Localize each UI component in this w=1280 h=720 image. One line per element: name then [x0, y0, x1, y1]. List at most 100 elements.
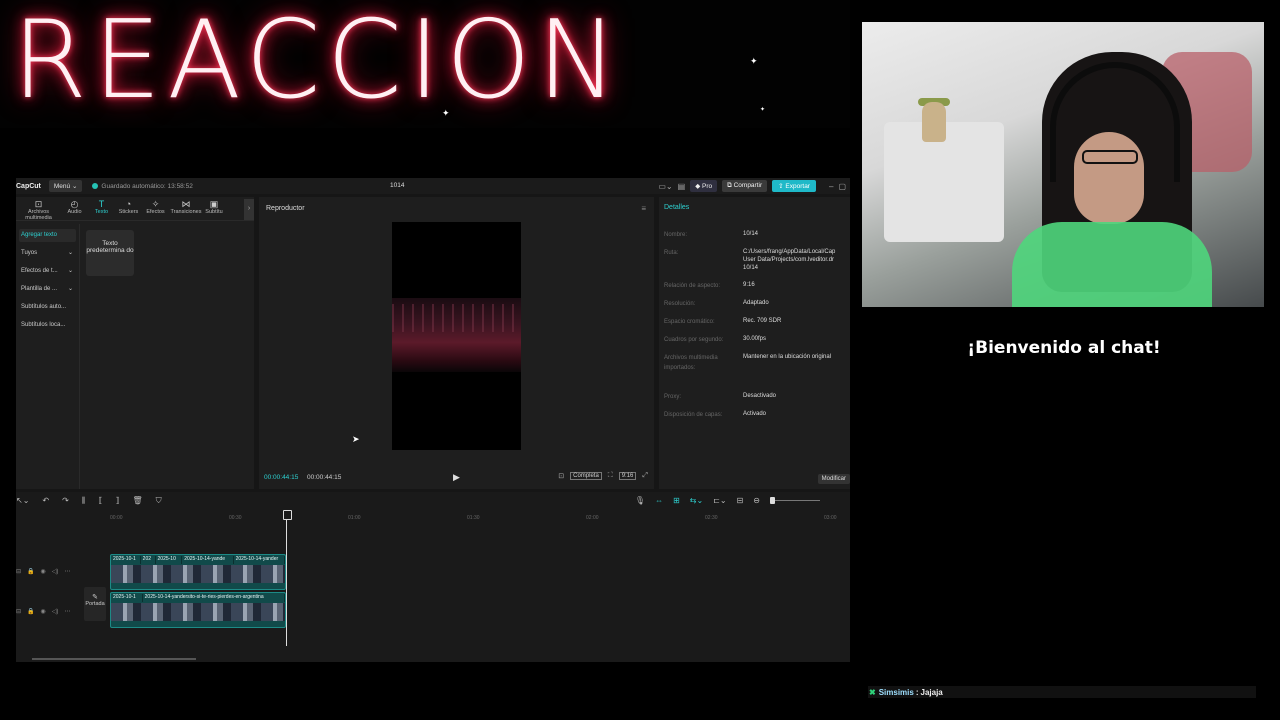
- sidebar-item-label: Plantilla de ...: [21, 286, 58, 292]
- eye-icon[interactable]: ◉: [41, 568, 46, 575]
- export-button[interactable]: ⇪ Exportar: [772, 180, 816, 192]
- tab-effects[interactable]: ✧ Efectos: [142, 197, 169, 220]
- auto-snap-icon[interactable]: ⊞: [673, 496, 680, 505]
- chevron-right-icon[interactable]: ›: [244, 199, 254, 220]
- video-track-2[interactable]: 2025-10-1 2025-10-14-yandersito-si-te-ri…: [110, 592, 286, 628]
- tab-transitions[interactable]: ⋈ Transiciones: [169, 197, 203, 220]
- clip-label: 202: [141, 556, 156, 564]
- detail-value: C:/Users/frang/AppData/Local/Cap User Da…: [743, 249, 836, 271]
- timeline-scrollbar[interactable]: [32, 658, 196, 660]
- text-icon: T: [98, 199, 105, 209]
- player-panel: Reproductor ≡ 00:00:44:15 00:00:44:15 ▶ …: [259, 197, 654, 489]
- lock-icon[interactable]: 🔒: [27, 568, 34, 575]
- cover-button[interactable]: ✎ Portada: [84, 587, 106, 621]
- caption-icon[interactable]: ⊟: [737, 496, 744, 505]
- chat-username[interactable]: Simsimis: [879, 688, 914, 697]
- delete-icon[interactable]: 🗑: [132, 496, 142, 506]
- split-icon[interactable]: ⫼: [82, 496, 86, 506]
- ratio-button[interactable]: 9:16: [618, 472, 637, 480]
- modify-button[interactable]: Modificar: [817, 474, 850, 484]
- more-icon[interactable]: ⋯: [64, 568, 70, 575]
- detail-value: Desactivado: [743, 393, 777, 399]
- sidebar-item-local-subtitles[interactable]: Subtítulos loca...: [19, 319, 76, 332]
- tab-label: Archivos multimedia: [25, 209, 52, 221]
- clip-label: 2025-10-14-yande: [182, 556, 234, 564]
- media-icon: ⊡: [34, 199, 43, 209]
- split-left-icon[interactable]: ⟦: [99, 496, 103, 506]
- timeline-ruler[interactable]: 00:00 00:30 01:00 01:30 02:00 02:30 03:0…: [110, 515, 850, 523]
- sidebar-item-add-text[interactable]: Agregar texto: [19, 229, 76, 242]
- redo-icon[interactable]: ↷: [62, 496, 69, 506]
- crop-icon[interactable]: ⊡: [558, 472, 564, 480]
- track-toggle-icon[interactable]: ⊟: [16, 568, 21, 575]
- fit-icon[interactable]: ⛶: [608, 472, 613, 480]
- preview-axis-icon[interactable]: ⊏⌄: [713, 496, 726, 505]
- tab-stickers[interactable]: ◔ Stickers: [115, 197, 142, 220]
- detail-label: Cuadros por segundo:: [664, 337, 724, 343]
- undo-icon[interactable]: ↶: [42, 496, 49, 506]
- share-button[interactable]: ⧉ Compartir: [722, 180, 768, 192]
- more-icon[interactable]: ⋯: [64, 608, 70, 615]
- layout-icon[interactable]: ▭⌄: [658, 182, 672, 191]
- tab-label: Audio: [67, 209, 82, 215]
- tab-media[interactable]: ⊡ Archivos multimedia: [16, 197, 61, 222]
- clip-label: 2025-10: [156, 556, 183, 564]
- menu-icon[interactable]: ≡: [641, 204, 646, 213]
- shield-icon[interactable]: ⛉: [156, 496, 162, 506]
- capcut-logo: CapCut: [16, 182, 41, 190]
- pro-button[interactable]: ◆ Pro: [690, 180, 718, 192]
- detail-label: Espacio cromático:: [664, 319, 715, 325]
- webcam-person-shirt: [1012, 222, 1212, 307]
- zoom-slider[interactable]: [770, 497, 820, 504]
- ruler-tick: 02:00: [586, 515, 599, 521]
- menu-button[interactable]: Menú ⌄: [48, 180, 83, 192]
- speaker-icon[interactable]: ◁): [52, 568, 59, 575]
- text-sidebar: Agregar texto Tuyos ⌄ Efectos de t... ⌄ Pl…: [16, 224, 80, 489]
- tab-audio[interactable]: ◴ Audio: [61, 197, 88, 220]
- detail-label: Nombre:: [664, 232, 688, 238]
- tab-label: Efectos: [146, 209, 165, 215]
- autosave-text: Guardado automático: 13:58:52: [101, 182, 193, 190]
- tab-label: Transiciones: [170, 209, 202, 215]
- split-right-icon[interactable]: ⟧: [115, 496, 119, 506]
- play-icon[interactable]: ▶: [453, 472, 460, 483]
- microphone-icon[interactable]: 🎙: [635, 496, 645, 505]
- track-toggle-icon[interactable]: ⊟: [16, 608, 21, 615]
- tab-details[interactable]: Detalles: [664, 204, 689, 211]
- video-preview[interactable]: [392, 222, 521, 450]
- playhead[interactable]: [283, 510, 292, 646]
- speaker-icon[interactable]: ◁): [52, 608, 59, 615]
- minimize-icon[interactable]: –: [829, 182, 833, 191]
- subtitles-icon: ▣: [209, 199, 219, 209]
- tab-label: Texto: [94, 209, 109, 215]
- link-icon[interactable]: ⇆⌄: [690, 496, 703, 505]
- eye-icon[interactable]: ◉: [41, 608, 46, 615]
- track-controls: ⊟ 🔒 ◉ ◁) ⋯: [16, 568, 70, 575]
- sparkle-icon: ✦: [750, 56, 758, 66]
- maximize-icon[interactable]: ▢: [838, 182, 846, 191]
- pro-label: Pro: [702, 183, 713, 190]
- detail-value: Rec. 709 SDR: [743, 318, 782, 324]
- user-badge-icon: ✖: [869, 687, 876, 697]
- sidebar-item-yours[interactable]: Tuyos ⌄: [19, 247, 76, 260]
- sidebar-item-text-effects[interactable]: Efectos de t... ⌄: [19, 265, 76, 278]
- detail-value: Adaptado: [743, 300, 769, 306]
- tab-subtitles[interactable]: ▣ Subtítu: [203, 197, 225, 220]
- main-track-magnet-icon[interactable]: ⇔: [655, 496, 663, 505]
- lock-icon[interactable]: 🔒: [27, 608, 34, 615]
- ruler-tick: 01:00: [348, 515, 361, 521]
- detail-label: Disposición de capas:: [664, 412, 723, 418]
- zoom-out-icon[interactable]: ⊖: [753, 496, 760, 505]
- complete-button[interactable]: Completa: [570, 472, 602, 480]
- default-text-card[interactable]: Texto predetermina do: [86, 230, 134, 276]
- select-tool-icon[interactable]: ↖⌄: [16, 496, 29, 506]
- clip-thumbnails: [111, 603, 285, 621]
- tab-text[interactable]: T Texto: [88, 197, 115, 220]
- sidebar-item-templates[interactable]: Plantilla de ... ⌄: [19, 283, 76, 296]
- video-track-1[interactable]: 2025-10-1 202 2025-10 2025-10-14-yande 2…: [110, 554, 286, 590]
- detail-value: Activado: [743, 411, 767, 417]
- tab-label: Subtítu: [205, 209, 223, 215]
- fullscreen-icon[interactable]: ⤢: [642, 472, 648, 480]
- sidebar-item-auto-subtitles[interactable]: Subtítulos auto...: [19, 301, 76, 314]
- shortcut-icon[interactable]: ▤: [678, 182, 686, 191]
